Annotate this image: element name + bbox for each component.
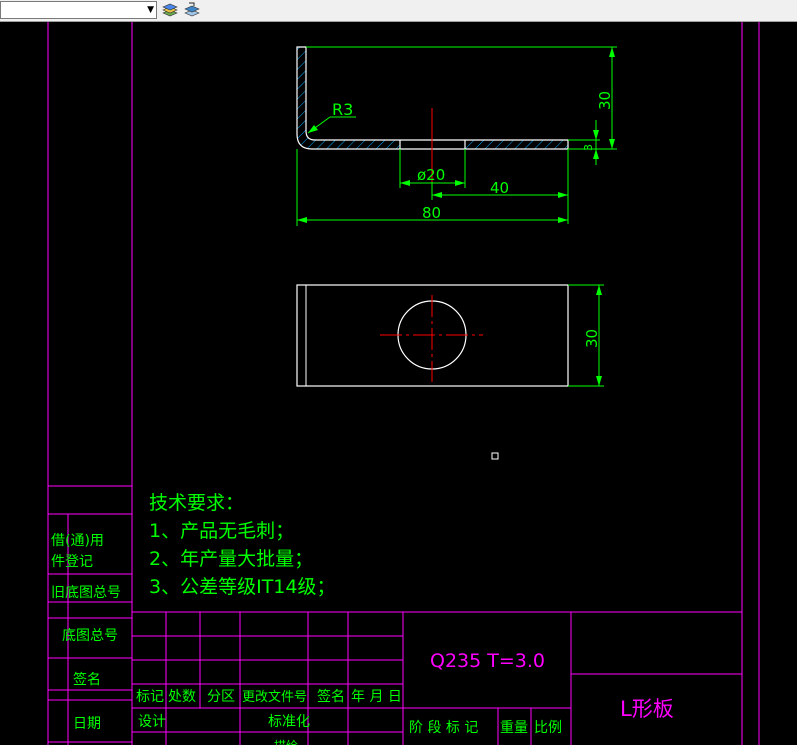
- hole-centerlines: [380, 295, 483, 382]
- drawing-canvas[interactable]: 借(通)用 件登记 旧底图总号 底图总号 签名 日期 Q235 T=3.0 L形…: [0, 22, 797, 745]
- scale-label: 比例: [534, 720, 562, 736]
- left-strip: [48, 485, 132, 745]
- design-label: 设计: [138, 714, 166, 730]
- toolbar: ▼: [0, 0, 797, 22]
- thickness-dimension: 3: [582, 144, 595, 151]
- height-dimension: 30: [596, 91, 614, 110]
- old-base-number-label: 旧底图总号: [51, 585, 121, 601]
- layer-manager-icon[interactable]: [161, 1, 179, 19]
- technical-requirements: 技术要求： 1、产品无毛刺； 2、年产量大批量； 3、公差等级IT14级；: [149, 492, 335, 598]
- date-label: 日期: [73, 716, 101, 732]
- base-number-label: 底图总号: [62, 628, 118, 644]
- front-view[interactable]: R3 ø20 40 80 30 3: [296, 46, 617, 226]
- weight-label: 重量: [500, 720, 528, 736]
- layer-previous-icon-graphic: [184, 2, 200, 17]
- note-item: 3、公差等级IT14级；: [149, 576, 335, 598]
- chevron-down-icon[interactable]: ▼: [147, 5, 154, 15]
- rev-header-mark: 标记: [136, 689, 164, 705]
- borrow-register-line1: 借(通)用: [51, 533, 104, 549]
- overall-length-dimension: 80: [422, 204, 441, 222]
- front-dimension-arrows: [297, 47, 615, 223]
- standardize-label: 标准化: [268, 714, 310, 730]
- rev-header-date: 年 月 日: [351, 689, 402, 705]
- layer-combo[interactable]: ▼: [0, 1, 157, 19]
- radius-dimension: R3: [332, 100, 353, 119]
- material-thickness: Q235 T=3.0: [430, 650, 545, 672]
- rev-header-count: 处数: [168, 689, 196, 705]
- layer-manager-icon-graphic: [162, 3, 178, 17]
- rev-header-sign: 签名: [317, 688, 345, 705]
- top-view[interactable]: 30: [296, 284, 604, 387]
- revision-headers: 标记 处数 分区 更改文件号 签名 年 月 日: [136, 688, 402, 705]
- hole-offset-dimension: 40: [490, 179, 509, 197]
- note-item: 2、年产量大批量；: [149, 548, 313, 570]
- stage-mark-label: 阶 段 标 记: [409, 720, 478, 736]
- width-dimension: 30: [583, 329, 601, 348]
- pickbox-cursor: [491, 452, 499, 460]
- signature-label: 签名: [73, 671, 101, 688]
- hole-diameter-dimension: ø20: [417, 166, 445, 184]
- rev-header-change-doc: 更改文件号: [242, 690, 307, 705]
- rev-header-zone: 分区: [207, 689, 235, 705]
- borrow-register-line2: 件登记: [51, 554, 93, 570]
- note-item: 1、产品无毛刺；: [149, 520, 294, 542]
- draw-label-partial: 描绘: [274, 738, 298, 745]
- front-dimension-lines: [296, 46, 617, 226]
- part-name: L形板: [620, 697, 674, 721]
- notes-title: 技术要求：: [149, 492, 244, 514]
- layer-previous-icon[interactable]: [183, 1, 201, 19]
